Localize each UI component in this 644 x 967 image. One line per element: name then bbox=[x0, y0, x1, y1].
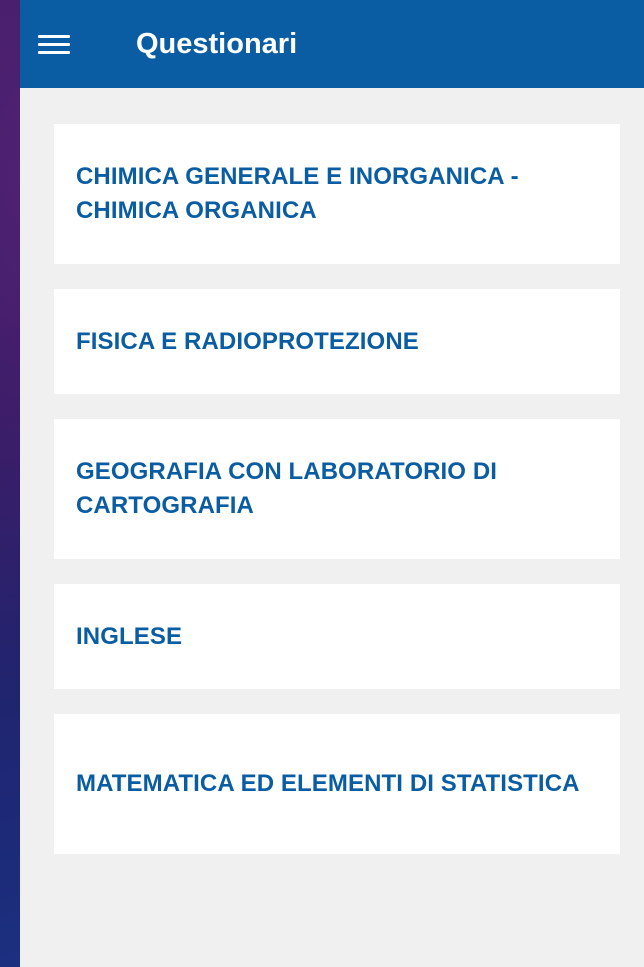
hamburger-menu-icon bbox=[38, 33, 70, 55]
app-window: Questionari CHIMICA GENERALE E INORGANIC… bbox=[20, 0, 644, 967]
questionnaire-item-geografia[interactable]: GEOGRAFIA CON LABORATORIO DI CARTOGRAFIA bbox=[54, 419, 620, 559]
questionnaire-item-label: FISICA E RADIOPROTEZIONE bbox=[76, 327, 419, 355]
questionnaire-item-label: MATEMATICA ED ELEMENTI DI STATISTICA bbox=[76, 770, 580, 797]
questionnaire-item-fisica[interactable]: FISICA E RADIOPROTEZIONE bbox=[54, 289, 620, 394]
questionnaire-item-inglese[interactable]: INGLESE bbox=[54, 584, 620, 689]
questionnaire-item-chimica[interactable]: CHIMICA GENERALE E INORGANICA - CHIMICA … bbox=[54, 124, 620, 264]
questionnaire-item-label: INGLESE bbox=[76, 622, 183, 650]
page-title: Questionari bbox=[136, 28, 298, 60]
questionnaire-item-label: GEOGRAFIA CON LABORATORIO DI CARTOGRAFIA bbox=[76, 458, 498, 519]
app-bar: Questionari bbox=[20, 0, 644, 88]
questionnaire-item-label: CHIMICA GENERALE E INORGANICA - CHIMICA … bbox=[76, 163, 519, 224]
questionnaire-item-matematica[interactable]: MATEMATICA ED ELEMENTI DI STATISTICA bbox=[54, 714, 620, 854]
menu-button[interactable] bbox=[34, 24, 74, 64]
